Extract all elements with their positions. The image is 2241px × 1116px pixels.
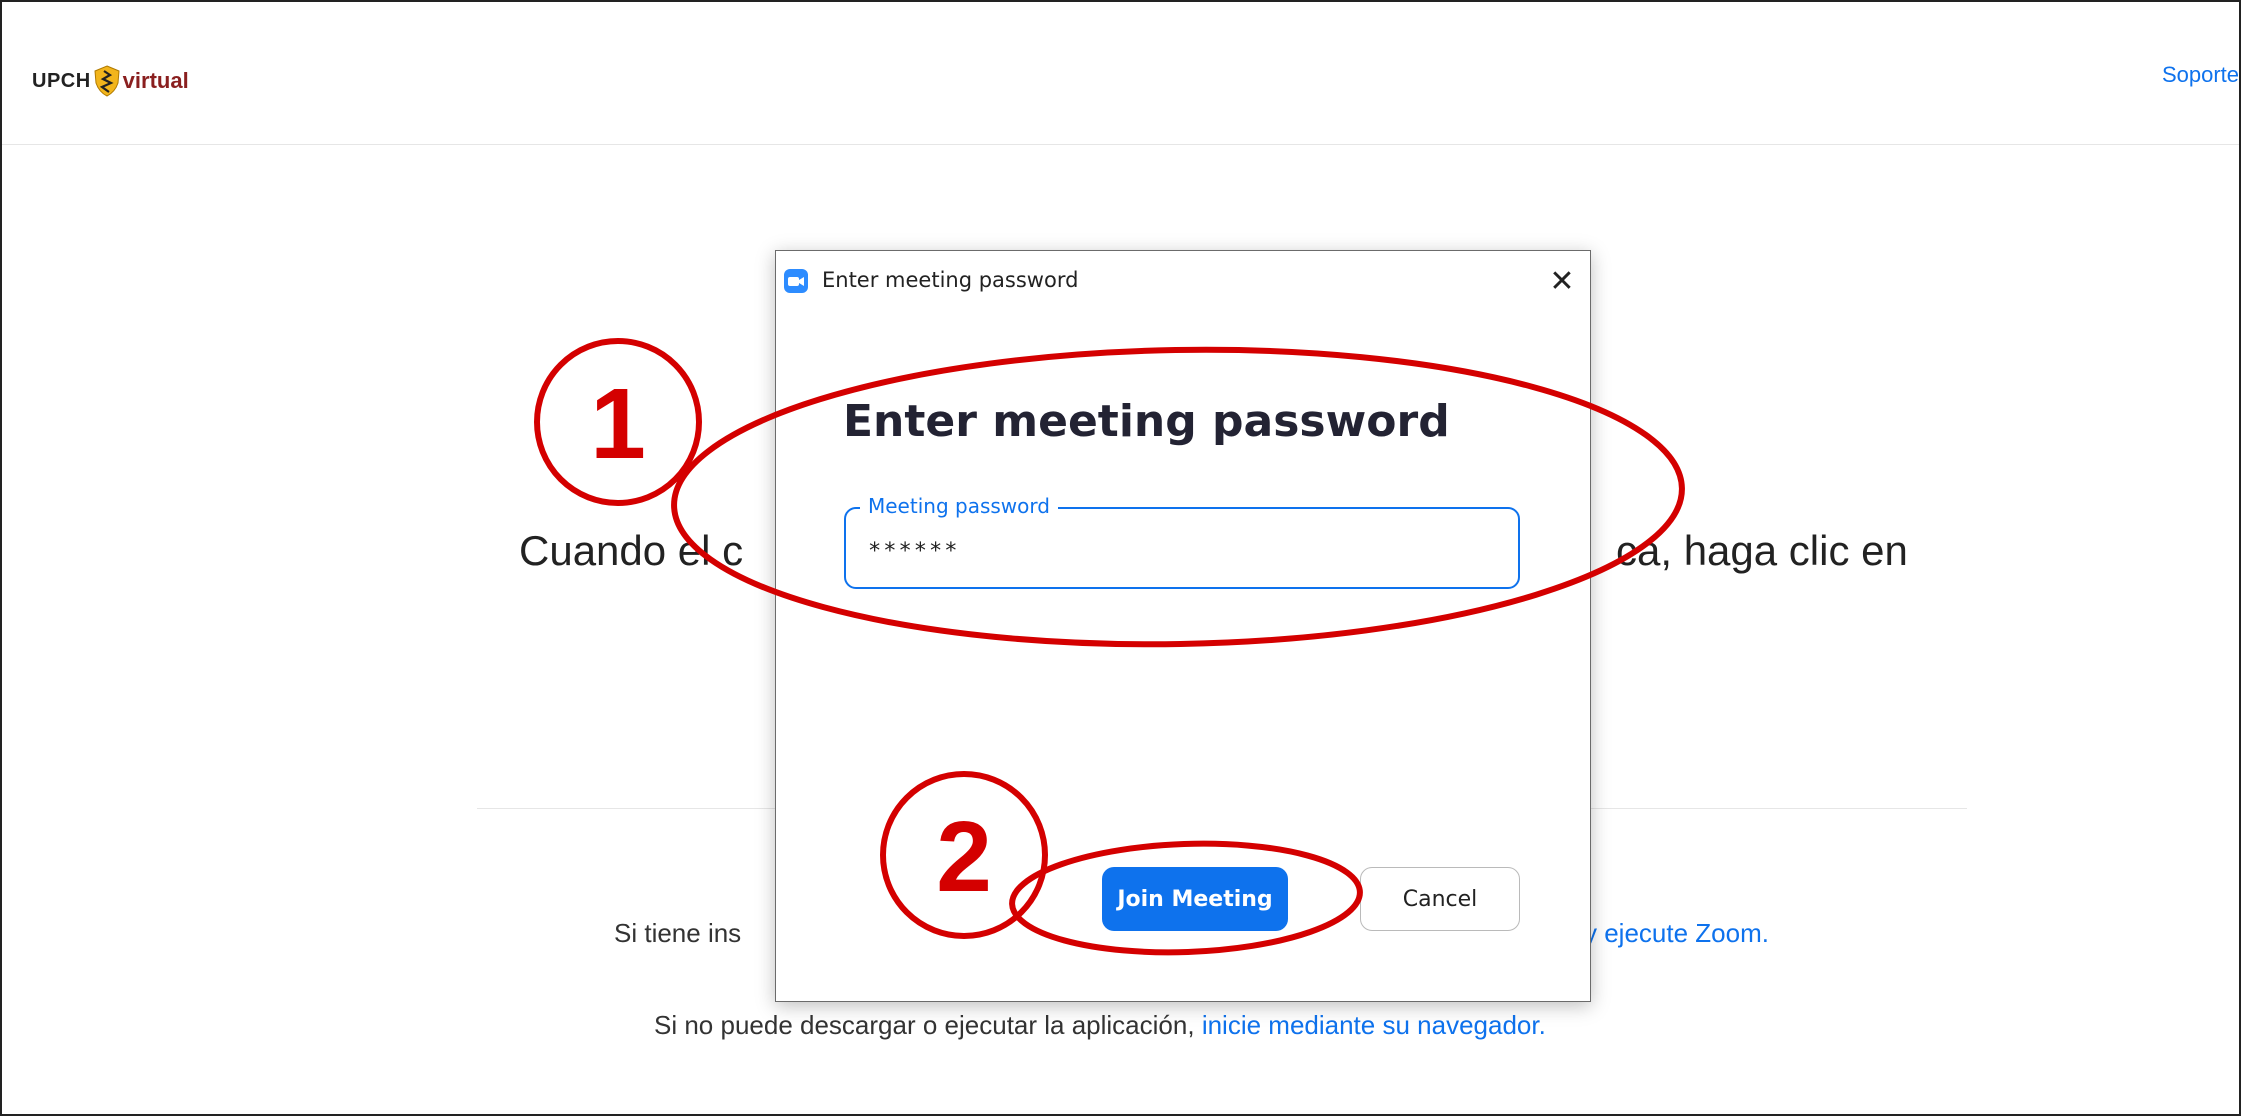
dialog-titlebar[interactable]: Enter meeting password ✕ (776, 251, 1590, 309)
browser-page: UPCH virtual Soporte Cuando el c ca, hag… (0, 0, 2241, 1116)
cancel-button[interactable]: Cancel (1360, 867, 1520, 931)
logo-virtual-text: virtual (122, 68, 189, 93)
zoom-app-icon (784, 269, 808, 293)
upch-virtual-logo[interactable]: UPCH virtual (32, 64, 189, 98)
join-meeting-button[interactable]: Join Meeting (1102, 867, 1288, 931)
instruction-text-left: Cuando el c (519, 527, 744, 574)
browser-join-text: Si no puede descargar o ejecutar la apli… (654, 1010, 1546, 1041)
password-dialog: Enter meeting password ✕ Enter meeting p… (775, 250, 1591, 1002)
launch-zoom-link[interactable]: y ejecute Zoom. (1584, 918, 1769, 949)
password-field-label: Meeting password (860, 494, 1058, 518)
password-input[interactable] (866, 533, 1490, 569)
site-header: UPCH virtual Soporte (2, 2, 2239, 145)
instruction-text: Cuando el c ca, haga clic en (519, 527, 1908, 575)
logo-upch-text: UPCH (32, 69, 91, 92)
install-text-left: Si tiene ins (614, 918, 742, 948)
shield-icon (93, 65, 121, 97)
dialog-window-title: Enter meeting password (822, 268, 1079, 292)
dialog-heading: Enter meeting password (843, 396, 1450, 447)
join-from-browser-link[interactable]: inicie mediante su navegador. (1202, 1010, 1546, 1040)
browser-join-prefix: Si no puede descargar o ejecutar la apli… (654, 1010, 1195, 1040)
instruction-text-right: ca, haga clic en (1616, 527, 1908, 574)
support-link[interactable]: Soporte (2162, 62, 2239, 88)
close-icon[interactable]: ✕ (1544, 263, 1580, 299)
password-field[interactable]: Meeting password (844, 494, 1520, 589)
